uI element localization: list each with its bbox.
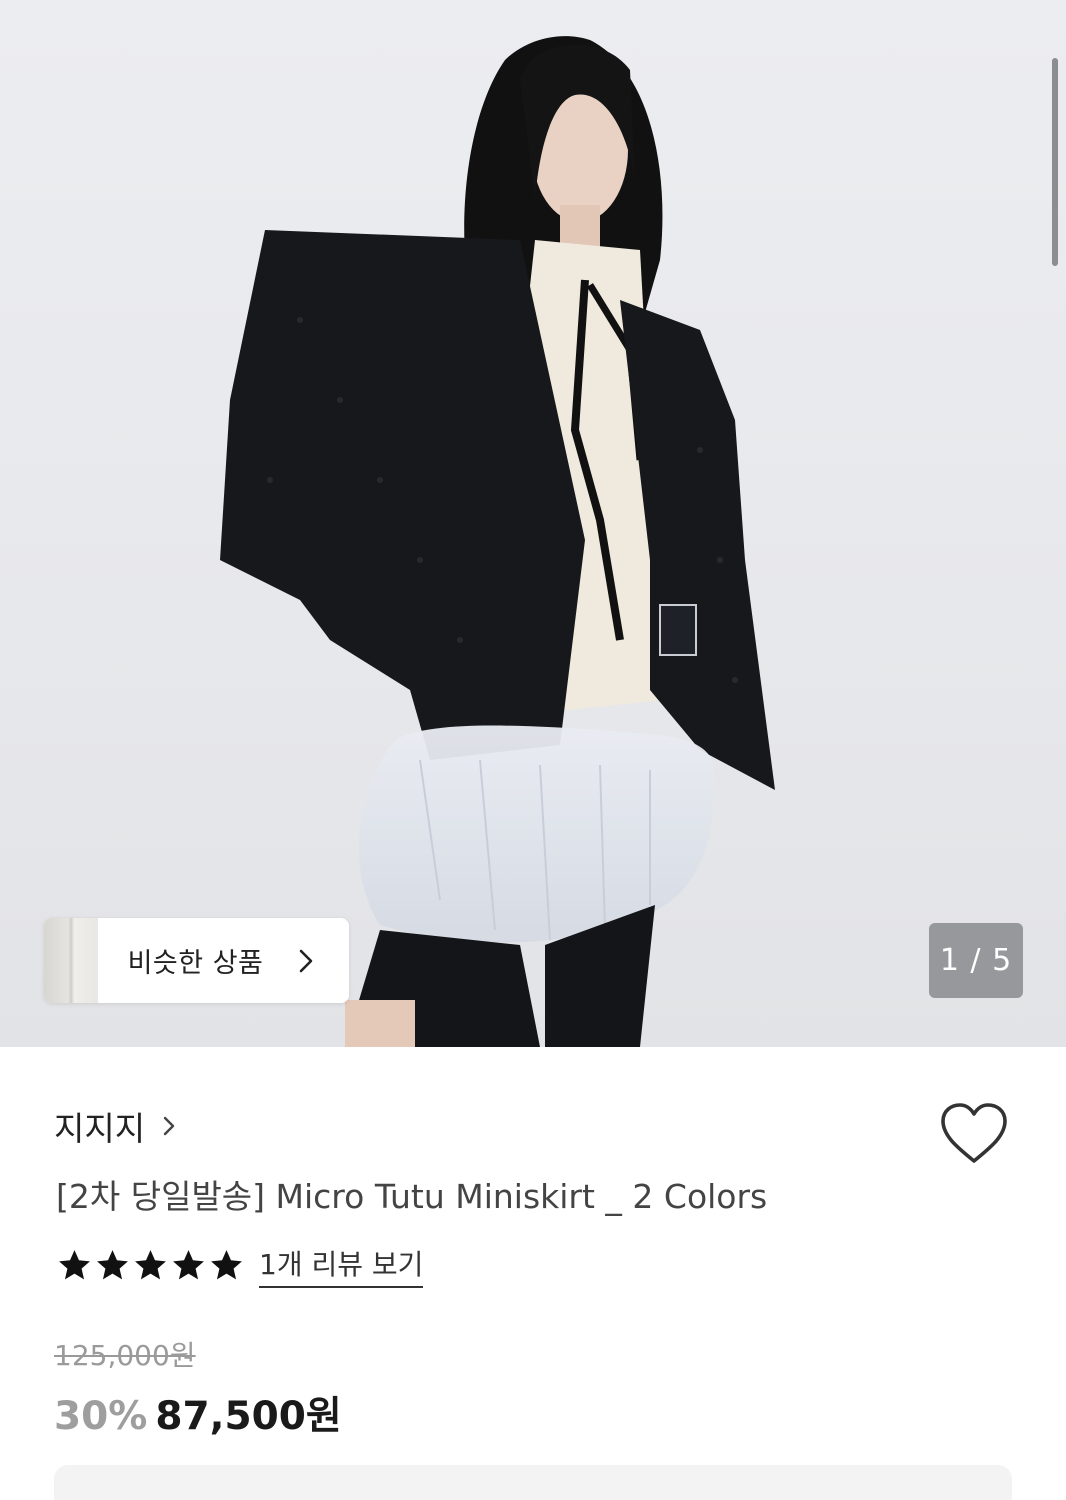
chevron-right-icon: [163, 1116, 175, 1136]
price-row: 30% 87,500원: [54, 1385, 342, 1441]
star-icon: [97, 1249, 128, 1279]
brand-name: 지지지: [54, 1109, 146, 1148]
discount-rate: 30%: [54, 1394, 148, 1439]
view-reviews-link[interactable]: 1개 리뷰 보기: [259, 1243, 424, 1288]
image-page-indicator: 1 / 5: [929, 923, 1023, 998]
product-image-carousel[interactable]: 비슷한 상품 1 / 5: [0, 0, 1066, 1047]
wishlist-button[interactable]: [938, 1101, 1010, 1167]
option-panel[interactable]: [54, 1465, 1012, 1500]
similar-products-label: 비슷한 상품: [127, 948, 264, 979]
product-photo: [220, 36, 775, 1047]
brand-link[interactable]: 지지지: [54, 1102, 177, 1150]
heart-icon: [941, 1103, 1007, 1163]
similar-product-thumbnail: [44, 918, 98, 1003]
product-title: [2차 당일발송] Micro Tutu Miniskirt _ 2 Color…: [56, 1177, 768, 1216]
scrollbar[interactable]: [1052, 58, 1058, 266]
star-icon: [173, 1249, 204, 1279]
similar-products-button[interactable]: 비슷한 상품: [44, 918, 349, 1003]
sale-price: 87,500원: [155, 1394, 342, 1439]
original-price: 125,000원: [54, 1339, 196, 1372]
star-icon: [135, 1249, 166, 1279]
rating-row: 1개 리뷰 보기: [56, 1243, 424, 1288]
star-icon: [211, 1249, 242, 1279]
chevron-right-icon: [299, 949, 313, 972]
star-icon: [59, 1249, 90, 1279]
rating-stars: [56, 1247, 245, 1284]
